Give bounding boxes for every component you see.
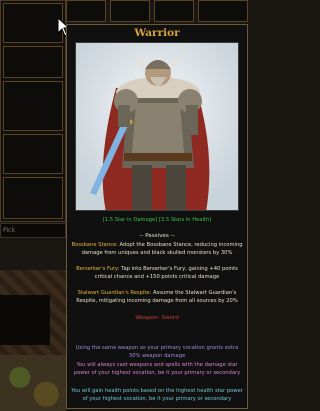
passive-bossbane-stance: Bossbane Stance: Adopt the Bossbane Stan…: [71, 242, 243, 258]
inventory-slot[interactable]: [66, 0, 106, 22]
weapon-bonus-note: Using the same weapon as your primary vo…: [75, 345, 239, 359]
passive-berserkers-fury: Berserker's Fury: Tap into Berserker's F…: [71, 266, 243, 282]
inventory-slot[interactable]: [3, 81, 63, 131]
star-ratings: [1.5 Star in Damage] [3.5 Stars in Healt…: [102, 217, 212, 223]
passive-name: Stalwart Guardian's Respite:: [77, 290, 152, 296]
inventory-slot[interactable]: [3, 3, 63, 43]
weapon-header: Weapon: Sword: [135, 315, 179, 321]
passive-name: Bossbane Stance:: [71, 242, 118, 248]
inventory-slot[interactable]: [198, 0, 248, 22]
warrior-portrait-art: [76, 43, 238, 210]
inventory-slot[interactable]: [154, 0, 194, 22]
passive-name: Berserker's Fury:: [76, 266, 120, 272]
map-shadow-area: [0, 295, 50, 345]
health-star-note: You will gain health points based on the…: [71, 388, 243, 402]
passives-header: -- Passives --: [139, 233, 175, 239]
inventory-slot[interactable]: [3, 177, 63, 219]
damage-star-note: You will always cast weapons and spells …: [73, 362, 241, 376]
inventory-slot[interactable]: [3, 134, 63, 174]
class-tooltip: Warrior [1.5 Star in Damage] [3.5 Stars …: [66, 24, 248, 409]
search-input[interactable]: Pick: [0, 223, 66, 238]
map-terrain: [0, 355, 66, 411]
tooltip-title: Warrior: [134, 27, 180, 39]
inventory-slot[interactable]: [3, 46, 63, 78]
warrior-portrait: [75, 42, 239, 211]
inventory-slot[interactable]: [110, 0, 150, 22]
passive-stalwart-guardians-respite: Stalwart Guardian's Respite: Assume the …: [71, 290, 243, 306]
